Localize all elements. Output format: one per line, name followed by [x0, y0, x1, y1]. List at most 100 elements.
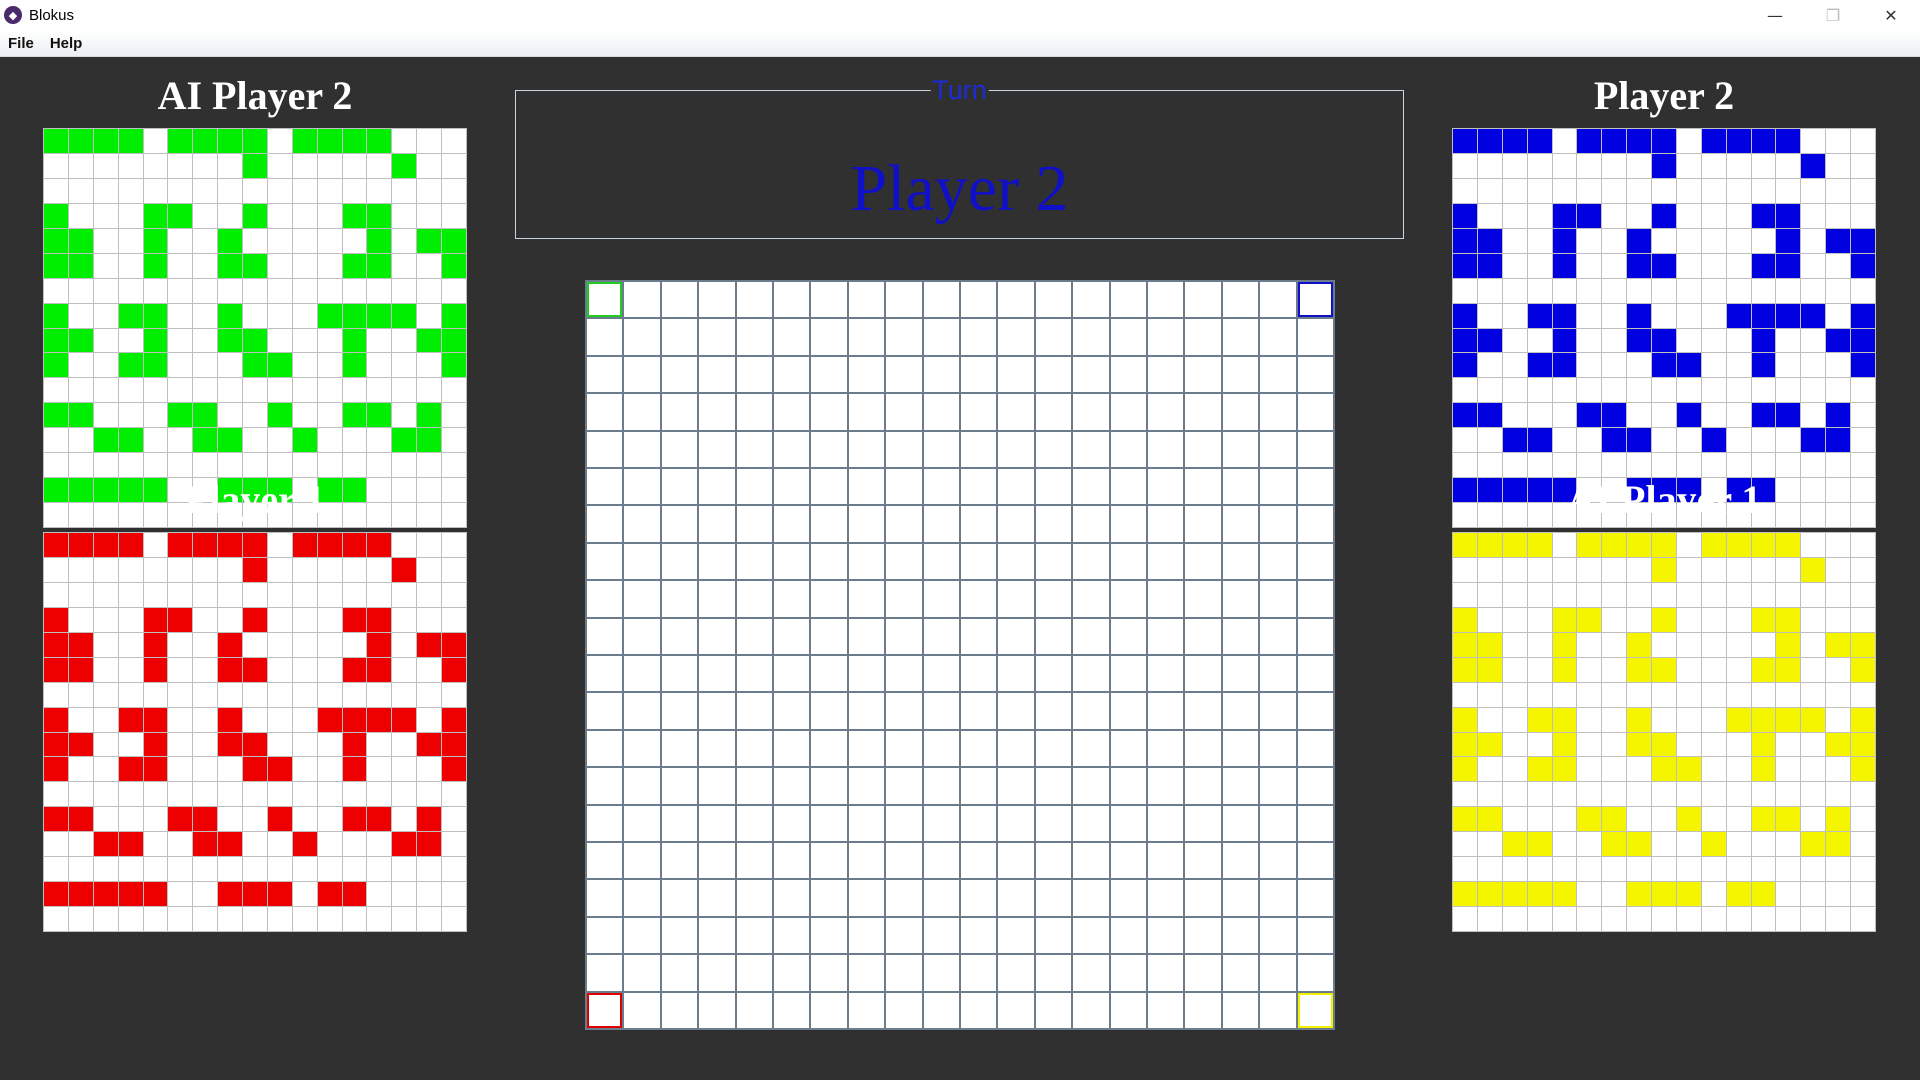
piece-cell[interactable] — [168, 203, 193, 228]
board-cell[interactable] — [661, 917, 698, 954]
piece-cell[interactable] — [1652, 253, 1676, 278]
piece-cell[interactable] — [1577, 533, 1602, 557]
board-cell[interactable] — [699, 693, 735, 729]
board-cell[interactable] — [774, 581, 810, 617]
board-cell[interactable] — [1185, 282, 1221, 318]
piece-cell[interactable] — [44, 353, 68, 378]
piece-cell[interactable] — [367, 228, 392, 253]
board-cell[interactable] — [923, 618, 959, 654]
board-cell[interactable] — [1222, 431, 1259, 467]
piece-cell[interactable] — [143, 707, 168, 732]
board-cell[interactable] — [811, 581, 847, 617]
board-cell[interactable] — [998, 319, 1034, 355]
board-cell[interactable] — [774, 917, 810, 954]
board-cell[interactable] — [661, 955, 698, 991]
board-cell[interactable] — [624, 730, 660, 767]
piece-cell[interactable] — [44, 203, 68, 228]
board-cell[interactable] — [848, 319, 885, 355]
piece-cell[interactable] — [1453, 203, 1477, 228]
board-cell[interactable] — [1035, 581, 1072, 617]
pieces-panel-ai-player-1[interactable] — [1452, 532, 1876, 932]
piece-cell[interactable] — [218, 533, 243, 557]
piece-cell[interactable] — [218, 228, 243, 253]
piece-cell[interactable] — [1453, 228, 1477, 253]
piece-cell[interactable] — [1851, 228, 1875, 253]
board-cell[interactable] — [886, 730, 922, 767]
piece-cell[interactable] — [1453, 732, 1477, 757]
board-cell[interactable] — [624, 693, 660, 729]
board-cell[interactable] — [661, 469, 698, 505]
piece-cell[interactable] — [1776, 228, 1801, 253]
board-cell[interactable] — [1222, 656, 1259, 692]
piece-cell[interactable] — [1627, 253, 1652, 278]
piece-cell[interactable] — [342, 403, 367, 428]
piece-cell[interactable] — [1676, 807, 1701, 832]
board-cell[interactable] — [1222, 618, 1259, 654]
piece-cell[interactable] — [118, 353, 143, 378]
board-cell[interactable] — [736, 581, 772, 617]
start-corner-cell[interactable] — [587, 282, 623, 318]
board-cell[interactable] — [624, 543, 660, 580]
piece-cell[interactable] — [1751, 533, 1776, 557]
board-cell[interactable] — [587, 693, 623, 729]
board-cell[interactable] — [1073, 843, 1109, 879]
piece-cell[interactable] — [1502, 832, 1527, 857]
piece-cell[interactable] — [1652, 353, 1676, 378]
board-cell[interactable] — [661, 543, 698, 580]
piece-cell[interactable] — [267, 882, 292, 907]
piece-cell[interactable] — [1652, 657, 1676, 682]
board-cell[interactable] — [1073, 543, 1109, 580]
board-cell[interactable] — [961, 431, 997, 467]
board-cell[interactable] — [961, 730, 997, 767]
board-cell[interactable] — [1222, 394, 1259, 430]
piece-cell[interactable] — [1826, 807, 1851, 832]
board-cell[interactable] — [774, 618, 810, 654]
board-cell[interactable] — [1185, 693, 1221, 729]
board-cell[interactable] — [1073, 506, 1109, 542]
board-cell[interactable] — [1035, 768, 1072, 804]
piece-cell[interactable] — [1851, 303, 1875, 328]
board-cell[interactable] — [1148, 880, 1184, 916]
piece-cell[interactable] — [168, 607, 193, 632]
board-cell[interactable] — [961, 768, 997, 804]
board-cell[interactable] — [1260, 506, 1296, 542]
board-cell[interactable] — [1185, 618, 1221, 654]
board-cell[interactable] — [961, 282, 997, 318]
piece-cell[interactable] — [1776, 253, 1801, 278]
board-cell[interactable] — [1222, 356, 1259, 393]
piece-cell[interactable] — [392, 428, 417, 453]
board-cell[interactable] — [661, 843, 698, 879]
board-cell[interactable] — [624, 843, 660, 879]
board-cell[interactable] — [774, 506, 810, 542]
piece-cell[interactable] — [1652, 757, 1676, 782]
board-cell[interactable] — [736, 805, 772, 841]
piece-cell[interactable] — [243, 757, 267, 782]
piece-cell[interactable] — [342, 328, 367, 353]
board-cell[interactable] — [1035, 394, 1072, 430]
board-cell[interactable] — [624, 282, 660, 318]
board-cell[interactable] — [587, 843, 623, 879]
board-cell[interactable] — [1148, 282, 1184, 318]
start-corner-cell[interactable] — [1297, 992, 1333, 1028]
board-cell[interactable] — [886, 319, 922, 355]
board-cell[interactable] — [998, 618, 1034, 654]
board-cell[interactable] — [774, 880, 810, 916]
piece-cell[interactable] — [93, 533, 118, 557]
board-cell[interactable] — [1073, 618, 1109, 654]
piece-cell[interactable] — [1552, 657, 1577, 682]
piece-cell[interactable] — [44, 607, 68, 632]
menu-file[interactable]: File — [0, 35, 42, 52]
board-cell[interactable] — [736, 356, 772, 393]
board-cell[interactable] — [923, 992, 959, 1028]
piece-cell[interactable] — [1453, 632, 1477, 657]
piece-cell[interactable] — [417, 328, 442, 353]
board-cell[interactable] — [998, 843, 1034, 879]
piece-cell[interactable] — [1751, 732, 1776, 757]
piece-cell[interactable] — [118, 707, 143, 732]
board-cell[interactable] — [587, 543, 623, 580]
board-cell[interactable] — [1148, 656, 1184, 692]
board-cell[interactable] — [661, 693, 698, 729]
board-cell[interactable] — [736, 506, 772, 542]
board-cell[interactable] — [998, 581, 1034, 617]
piece-cell[interactable] — [442, 303, 466, 328]
